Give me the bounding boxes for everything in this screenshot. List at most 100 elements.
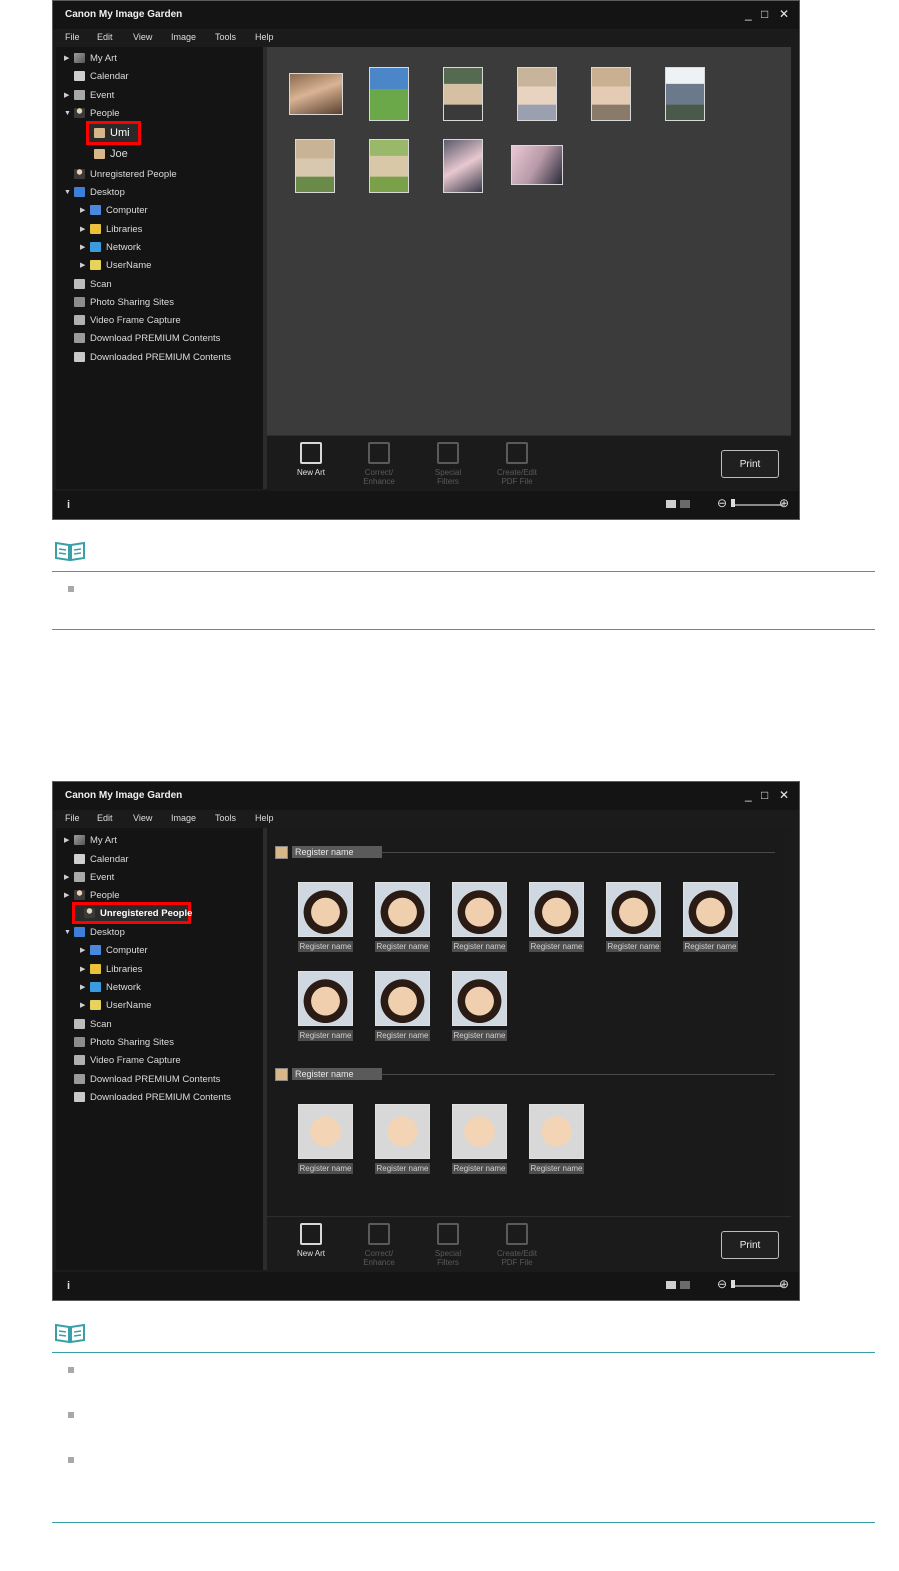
sidebar-item-people[interactable]: ▶ People (64, 887, 120, 903)
expand-arrow-icon[interactable]: ▶ (80, 225, 90, 233)
face-thumbnail[interactable]: Register name (298, 1104, 353, 1174)
sidebar-item-photo-sharing[interactable]: Photo Sharing Sites (64, 294, 174, 310)
photo-thumbnail[interactable] (369, 67, 409, 121)
zoom-out-icon[interactable]: ⊖ (717, 1277, 727, 1291)
register-name-label[interactable]: Register name (452, 1030, 507, 1041)
sidebar-item-calendar[interactable]: Calendar (64, 851, 129, 867)
create-edit-pdf-button[interactable]: Create/Edit PDF File (487, 442, 547, 486)
register-name-field[interactable]: Register name (292, 846, 382, 858)
face-thumbnail[interactable]: Register name (452, 882, 507, 952)
menu-help[interactable]: Help (255, 813, 274, 823)
sidebar-item-username[interactable]: ▶ UserName (80, 257, 151, 273)
register-name-label[interactable]: Register name (375, 1030, 430, 1041)
photo-thumbnail[interactable] (443, 139, 483, 193)
menu-image[interactable]: Image (171, 813, 196, 823)
maximize-button[interactable]: □ (761, 7, 768, 21)
photo-thumbnail[interactable] (665, 67, 705, 121)
zoom-in-icon[interactable]: ⊕ (779, 1277, 789, 1291)
face-thumbnail[interactable]: Register name (529, 882, 584, 952)
sidebar-item-computer[interactable]: ▶ Computer (80, 942, 148, 958)
print-button[interactable]: Print (721, 1231, 779, 1259)
sidebar-item-desktop[interactable]: ▼ Desktop (64, 184, 125, 200)
sidebar-item-my-art[interactable]: ▶ My Art (64, 832, 117, 848)
sidebar-item-libraries[interactable]: ▶ Libraries (80, 221, 142, 237)
menu-tools[interactable]: Tools (215, 813, 236, 823)
register-name-label[interactable]: Register name (683, 941, 738, 952)
minimize-button[interactable]: _ (745, 788, 752, 802)
register-name-label[interactable]: Register name (452, 1163, 507, 1174)
register-name-label[interactable]: Register name (529, 941, 584, 952)
correct-enhance-button[interactable]: Correct/Enhance (349, 442, 409, 486)
menu-tools[interactable]: Tools (215, 32, 236, 42)
sidebar-item-desktop[interactable]: ▼ Desktop (64, 924, 125, 940)
face-thumbnail[interactable]: Register name (606, 882, 661, 952)
minimize-button[interactable]: _ (745, 7, 752, 21)
close-button[interactable]: ✕ (779, 7, 789, 21)
collapse-arrow-icon[interactable]: ▼ (64, 929, 74, 936)
expand-arrow-icon[interactable]: ▶ (80, 965, 90, 973)
sidebar-item-calendar[interactable]: Calendar (64, 68, 129, 84)
face-thumbnail[interactable]: Register name (452, 1104, 507, 1174)
menu-help[interactable]: Help (255, 32, 274, 42)
sidebar-item-scan[interactable]: Scan (64, 1016, 112, 1032)
face-thumbnail[interactable]: Register name (298, 971, 353, 1041)
collapse-arrow-icon[interactable]: ▼ (64, 110, 74, 117)
photo-thumbnail[interactable] (295, 139, 335, 193)
photo-thumbnail[interactable] (511, 145, 563, 185)
face-thumbnail[interactable]: Register name (298, 882, 353, 952)
register-name-label[interactable]: Register name (375, 941, 430, 952)
expand-arrow-icon[interactable]: ▶ (64, 891, 74, 899)
face-thumbnail[interactable]: Register name (529, 1104, 584, 1174)
register-name-field[interactable]: Register name (292, 1068, 382, 1080)
zoom-slider-handle[interactable] (731, 499, 735, 507)
photo-thumbnail[interactable] (443, 67, 483, 121)
register-name-label[interactable]: Register name (452, 941, 507, 952)
sidebar-item-downloaded-premium[interactable]: Downloaded PREMIUM Contents (64, 349, 231, 365)
sidebar-item-joe[interactable]: Joe (94, 146, 128, 162)
sidebar-item-computer[interactable]: ▶ Computer (80, 202, 148, 218)
sidebar-item-scan[interactable]: Scan (64, 276, 112, 292)
info-icon[interactable]: i (67, 1280, 70, 1292)
sidebar-item-photo-sharing[interactable]: Photo Sharing Sites (64, 1034, 174, 1050)
face-thumbnail[interactable]: Register name (375, 971, 430, 1041)
sidebar-item-libraries[interactable]: ▶ Libraries (80, 961, 142, 977)
sidebar-item-video-capture[interactable]: Video Frame Capture (64, 312, 181, 328)
create-edit-pdf-button[interactable]: Create/Edit PDF File (487, 1223, 547, 1267)
expand-arrow-icon[interactable]: ▶ (64, 54, 74, 62)
sidebar-item-network[interactable]: ▶ Network (80, 979, 141, 995)
sidebar-item-event[interactable]: ▶ Event (64, 869, 114, 885)
zoom-in-icon[interactable]: ⊕ (779, 496, 789, 510)
menu-edit[interactable]: Edit (97, 813, 113, 823)
expand-arrow-icon[interactable]: ▶ (80, 243, 90, 251)
special-filters-button[interactable]: Special Filters (418, 442, 478, 486)
photo-thumbnail[interactable] (369, 139, 409, 193)
thumbnail-view-icon[interactable] (666, 1281, 676, 1289)
register-name-label[interactable]: Register name (606, 941, 661, 952)
details-view-icon[interactable] (680, 500, 690, 508)
menu-file[interactable]: File (65, 813, 80, 823)
face-thumbnail[interactable]: Register name (375, 1104, 430, 1174)
sidebar-item-unregistered-people[interactable]: Unregistered People (64, 166, 177, 182)
maximize-button[interactable]: □ (761, 788, 768, 802)
expand-arrow-icon[interactable]: ▶ (80, 983, 90, 991)
photo-thumbnail[interactable] (591, 67, 631, 121)
sidebar-item-downloaded-premium[interactable]: Downloaded PREMIUM Contents (64, 1089, 231, 1105)
expand-arrow-icon[interactable]: ▶ (64, 91, 74, 99)
sidebar-item-network[interactable]: ▶ Network (80, 239, 141, 255)
register-name-label[interactable]: Register name (529, 1163, 584, 1174)
face-thumbnail[interactable]: Register name (683, 882, 738, 952)
menu-view[interactable]: View (133, 32, 152, 42)
expand-arrow-icon[interactable]: ▶ (80, 1001, 90, 1009)
register-name-label[interactable]: Register name (375, 1163, 430, 1174)
collapse-arrow-icon[interactable]: ▼ (64, 189, 74, 196)
correct-enhance-button[interactable]: Correct/Enhance (349, 1223, 409, 1267)
info-icon[interactable]: i (67, 499, 70, 511)
expand-arrow-icon[interactable]: ▶ (80, 206, 90, 214)
photo-thumbnail[interactable] (289, 73, 343, 115)
special-filters-button[interactable]: Special Filters (418, 1223, 478, 1267)
menu-edit[interactable]: Edit (97, 32, 113, 42)
zoom-slider-track[interactable] (733, 1285, 783, 1287)
photo-thumbnail[interactable] (517, 67, 557, 121)
expand-arrow-icon[interactable]: ▶ (80, 261, 90, 269)
close-button[interactable]: ✕ (779, 788, 789, 802)
